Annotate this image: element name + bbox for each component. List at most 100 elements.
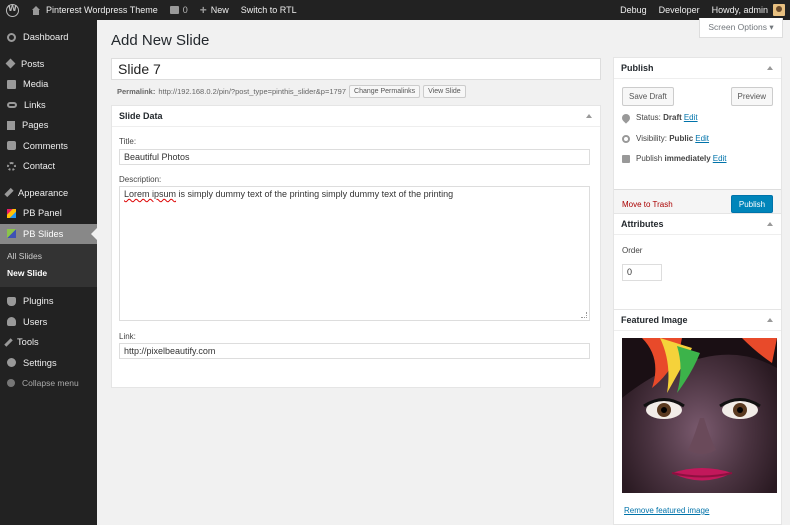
remove-featured-image-link[interactable]: Remove featured image — [624, 506, 709, 515]
site-name-link[interactable]: Pinterest Wordpress Theme — [25, 0, 164, 20]
wordpress-icon — [6, 3, 19, 17]
pb-slides-submenu: All Slides New Slide — [0, 244, 97, 287]
site-name: Pinterest Wordpress Theme — [46, 5, 158, 15]
collapse-menu-button[interactable]: Collapse menu — [0, 373, 97, 394]
collapse-label: Collapse menu — [22, 378, 79, 389]
schedule-row: Publish immediately Edit — [622, 154, 727, 163]
avatar — [773, 4, 785, 16]
collapse-arrow-icon[interactable] — [767, 318, 773, 322]
status-value: Draft — [663, 113, 682, 122]
visibility-label: Visibility: — [636, 134, 667, 143]
view-slide-button[interactable]: View Slide — [423, 84, 466, 98]
sidebar-item-label: Links — [24, 99, 46, 110]
sidebar-item-label: PB Slides — [23, 228, 64, 239]
new-content-link[interactable]: + New — [194, 0, 235, 20]
save-draft-button[interactable]: Save Draft — [622, 87, 674, 106]
comment-bubble-icon — [169, 6, 179, 14]
status-label: Status: — [636, 113, 661, 122]
brush-icon — [4, 188, 14, 198]
permalink-row: Permalink: http://192.168.0.2/pin/?post_… — [117, 84, 466, 98]
developer-label: Developer — [658, 5, 700, 15]
order-label: Order — [622, 246, 643, 255]
home-icon — [31, 5, 41, 15]
collapse-arrow-icon[interactable] — [767, 222, 773, 226]
comments-count: 0 — [182, 5, 188, 15]
sidebar-item-pb-panel[interactable]: PB Panel — [0, 203, 97, 224]
collapse-arrow-icon[interactable] — [586, 114, 592, 118]
pb-slides-icon — [7, 229, 16, 239]
status-edit-link[interactable]: Edit — [684, 113, 698, 122]
sidebar-item-media[interactable]: Media — [0, 74, 97, 95]
collapse-icon — [7, 379, 15, 388]
developer-link[interactable]: Developer — [653, 0, 706, 20]
submenu-new-slide[interactable]: New Slide — [0, 265, 97, 282]
account-link[interactable]: Howdy, admin — [706, 0, 790, 20]
sidebar-item-users[interactable]: Users — [0, 312, 97, 333]
sidebar-item-pb-slides[interactable]: PB Slides — [0, 223, 97, 244]
media-icon — [7, 79, 16, 89]
preview-button[interactable]: Preview — [730, 87, 773, 106]
slide-data-box: Slide Data Title: Beautiful Photos Descr… — [111, 105, 601, 388]
description-textarea[interactable]: Lorem ipsum is simply dummy text of the … — [119, 186, 590, 321]
sidebar-item-tools[interactable]: Tools — [0, 332, 97, 353]
tools-icon — [4, 338, 13, 347]
rtl-label: Switch to RTL — [240, 5, 297, 15]
sidebar-item-contact[interactable]: Contact — [0, 156, 97, 177]
wordpress-logo[interactable] — [0, 0, 25, 20]
sidebar-item-label: Users — [23, 316, 48, 327]
link-icon — [7, 101, 17, 108]
description-label: Description: — [119, 175, 162, 184]
sidebar-item-label: Appearance — [18, 187, 69, 198]
permalink-label: Permalink: — [117, 86, 156, 96]
sidebar-item-links[interactable]: Links — [0, 95, 97, 116]
slide-title-input[interactable]: Slide 7 — [111, 58, 601, 80]
link-label: Link: — [119, 332, 136, 341]
visibility-value: Public — [669, 134, 694, 143]
admin-sidebar: Dashboard Posts Media Links Pages Commen… — [0, 20, 97, 525]
sidebar-item-pages[interactable]: Pages — [0, 115, 97, 136]
submenu-all-slides[interactable]: All Slides — [0, 248, 97, 265]
screen-options-button[interactable]: Screen Options ▾ — [699, 18, 783, 38]
schedule-edit-link[interactable]: Edit — [713, 154, 727, 163]
sidebar-item-comments[interactable]: Comments — [0, 136, 97, 157]
slide-data-header[interactable]: Slide Data — [112, 106, 600, 127]
sidebar-item-label: Posts — [21, 58, 45, 69]
attributes-header[interactable]: Attributes — [614, 214, 781, 235]
visibility-edit-link[interactable]: Edit — [695, 134, 709, 143]
description-misspelled: Lorem ipsum — [124, 189, 177, 199]
publish-header[interactable]: Publish — [614, 58, 781, 79]
sidebar-item-label: Comments — [23, 140, 68, 151]
howdy-label: Howdy, admin — [711, 5, 768, 15]
attributes-box: Attributes Order 0 — [613, 213, 782, 317]
collapse-arrow-icon[interactable] — [767, 66, 773, 70]
schedule-label: Publish — [636, 154, 663, 163]
debug-link[interactable]: Debug — [614, 0, 653, 20]
contact-icon — [7, 161, 16, 171]
page-icon — [7, 120, 15, 130]
title-field[interactable]: Beautiful Photos — [119, 149, 590, 165]
change-permalinks-button[interactable]: Change Permalinks — [349, 84, 421, 98]
publish-box: Publish Save Draft Preview Status: Draft… — [613, 57, 782, 221]
sidebar-item-posts[interactable]: Posts — [0, 54, 97, 75]
comments-link[interactable]: 0 — [164, 0, 194, 20]
switch-rtl-link[interactable]: Switch to RTL — [235, 0, 303, 20]
users-icon — [7, 317, 16, 327]
sidebar-item-appearance[interactable]: Appearance — [0, 183, 97, 204]
sidebar-item-plugins[interactable]: Plugins — [0, 291, 97, 312]
schedule-value: immediately — [664, 154, 711, 163]
sidebar-item-settings[interactable]: Settings — [0, 353, 97, 374]
featured-image-header[interactable]: Featured Image — [614, 310, 781, 331]
visibility-row: Visibility: Public Edit — [622, 134, 709, 143]
portrait-image — [622, 338, 777, 481]
resize-handle-icon[interactable] — [581, 312, 587, 318]
move-to-trash-link[interactable]: Move to Trash — [622, 200, 673, 209]
featured-image-thumbnail[interactable] — [622, 338, 777, 493]
order-field[interactable]: 0 — [622, 264, 662, 281]
link-field[interactable]: http://pixelbeautify.com — [119, 343, 590, 359]
dashboard-icon — [7, 32, 16, 42]
plus-icon: + — [199, 3, 207, 17]
publish-button[interactable]: Publish — [731, 195, 773, 213]
sidebar-item-dashboard[interactable]: Dashboard — [0, 27, 97, 48]
attributes-title: Attributes — [621, 219, 664, 229]
permalink-url[interactable]: http://192.168.0.2/pin/?post_type=pinthi… — [158, 87, 346, 96]
